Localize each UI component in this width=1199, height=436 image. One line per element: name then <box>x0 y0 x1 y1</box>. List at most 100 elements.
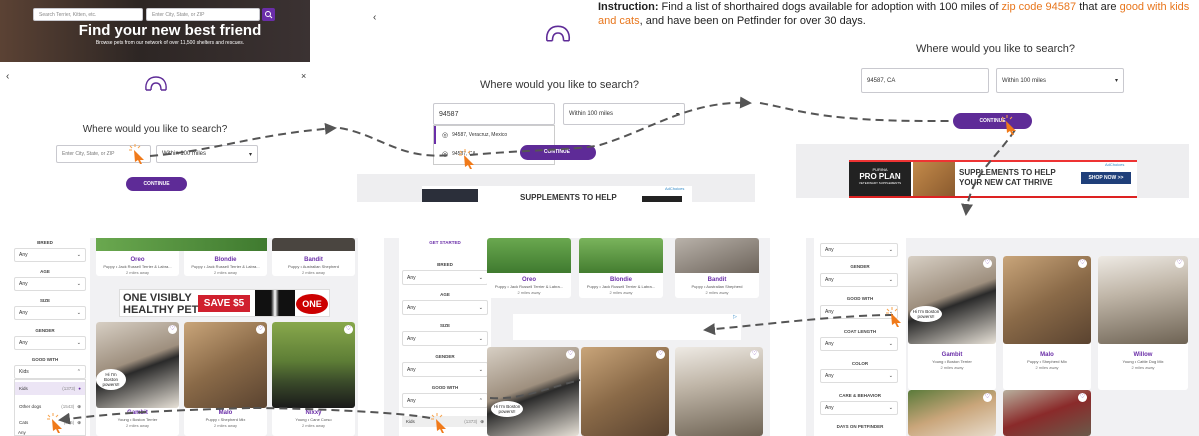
add-icon: ⊕ <box>77 403 81 409</box>
pet-name: Blondie <box>610 277 632 283</box>
filter-label-good-with: GOOD WITH <box>431 385 459 390</box>
step3-location-input[interactable]: 94587, CA <box>861 68 989 93</box>
step1-continue-button[interactable]: CONTINUE <box>126 177 187 191</box>
favorite-heart-icon[interactable]: ♡ <box>656 350 665 359</box>
filter-label-gender: GENDER <box>435 354 455 359</box>
filter-label-days: DAYS ON PETFINDER <box>836 424 884 429</box>
pet-card-top[interactable]: Oreo Puppy • Jack Russell Terrier & Labr… <box>487 238 571 298</box>
suggestion-item[interactable]: ◎ 94587, Veracruz, Mexico <box>434 126 556 144</box>
pet-name: Willow <box>1133 352 1153 358</box>
pet-meta: Young • Cane Corso <box>295 417 332 422</box>
option-count: (1373) <box>62 386 76 391</box>
pet-card[interactable]: ♡ Hi I'm Boston powers!! Gambit Young • … <box>96 322 179 436</box>
pet-card[interactable]: ♡ Nixxy Young • Cane Corso 2 miles away <box>272 322 355 436</box>
chevron-down-icon: ⌄ <box>478 335 483 342</box>
pet-distance: 2 miles away <box>517 290 541 295</box>
instruction-part: , and have been on Petfinder for over 30… <box>639 15 866 27</box>
step1-back[interactable]: ‹ <box>6 71 9 82</box>
filter-gender-select[interactable]: Any ⌄ <box>820 273 898 287</box>
filter-age-select[interactable]: Any ⌄ <box>402 300 488 315</box>
filter-breed-select[interactable]: Any ⌄ <box>14 248 86 262</box>
filter-size-select[interactable]: Any ⌄ <box>14 306 86 320</box>
hero-banner: Search Terrier, Kitten, etc. Enter City,… <box>0 0 310 62</box>
pet-photo <box>184 322 267 408</box>
ad-brand: PRO PLAN <box>859 172 901 181</box>
step1-close[interactable]: × <box>301 71 306 81</box>
filter-top-select[interactable]: Any ⌄ <box>820 243 898 257</box>
search-button[interactable] <box>262 8 275 21</box>
option-kids[interactable]: Kids (1373) ● <box>15 382 85 395</box>
pet-card[interactable]: ♡ Malo Puppy • Shepherd Mix 2 miles away <box>1003 256 1091 390</box>
chevron-down-icon: ⌄ <box>888 247 893 253</box>
filter-more[interactable]: Any <box>18 430 26 435</box>
pet-meta: Puppy • Jack Russell Terrier & Labra... <box>103 264 172 269</box>
filter-size-select[interactable]: Any ⌄ <box>402 331 488 346</box>
pet-photo <box>675 238 759 273</box>
instruction-part: that are <box>1076 1 1120 13</box>
filter-value: Any <box>19 281 28 287</box>
search-icon <box>265 11 273 19</box>
pet-meta: Puppy • Australian Shepherd <box>288 264 339 269</box>
filter-age-select[interactable]: Any ⌄ <box>14 277 86 291</box>
filter-good-with-select[interactable]: Any ⌃ <box>402 393 488 408</box>
pet-card[interactable]: ♡ Hi I'm Boston powers!! <box>487 347 579 436</box>
pet-search-input[interactable]: Search Terrier, Kitten, etc. <box>33 8 143 21</box>
favorite-heart-icon[interactable]: ♡ <box>750 350 759 359</box>
pet-card[interactable]: ♡ <box>1003 390 1091 436</box>
pet-distance: 2 miles away <box>301 270 326 275</box>
ad-save-badge[interactable]: SAVE $5 <box>198 295 250 312</box>
favorite-heart-icon[interactable]: ♡ <box>566 350 575 359</box>
filter-breed-select[interactable]: Any ⌄ <box>402 270 488 285</box>
pet-card[interactable]: ♡ <box>581 347 669 436</box>
pet-distance: 2 miles away <box>213 423 238 428</box>
step2-continue-button[interactable]: CONTINUE <box>520 145 596 160</box>
step2-back[interactable]: ‹ <box>373 12 376 23</box>
ad-line2: HEALTHY PET <box>123 304 199 316</box>
pet-card[interactable]: ♡ Malo Puppy • Shepherd Mix 2 miles away <box>184 322 267 436</box>
pet-card[interactable]: ♡ Willow Young • Cattle Dog Mix 2 miles … <box>1098 256 1188 390</box>
favorite-heart-icon[interactable]: ♡ <box>168 325 177 334</box>
favorite-heart-icon[interactable]: ♡ <box>1078 393 1087 402</box>
favorite-heart-icon[interactable]: ♡ <box>983 393 992 402</box>
filter-good-with-select[interactable]: Kids ⌃ <box>14 365 86 379</box>
location-search-input[interactable]: Enter City, State, or ZIP <box>146 8 260 21</box>
ad-brand-block: PURINA PRO PLAN VETERINARY SUPPLEMENTS <box>849 162 911 196</box>
favorite-heart-icon[interactable]: ♡ <box>344 325 353 334</box>
step1-distance-select[interactable]: Within 100 miles ▾ <box>156 145 258 163</box>
filter-label-good-with: GOOD WITH <box>846 296 874 301</box>
step3-distance-select[interactable]: Within 100 miles ▾ <box>996 68 1124 93</box>
pet-photo <box>96 322 179 408</box>
favorite-heart-icon[interactable]: ♡ <box>256 325 265 334</box>
pet-card-top[interactable]: Blondie Puppy • Jack Russell Terrier & L… <box>579 238 663 298</box>
filter-gender-select[interactable]: Any ⌄ <box>14 336 86 350</box>
ad-choices: AdChoices <box>1105 162 1125 167</box>
filter-care-select[interactable]: Any ⌄ <box>820 401 898 415</box>
filter-coat-select[interactable]: Any ⌄ <box>820 337 898 351</box>
filter-gender-select[interactable]: Any ⌄ <box>402 362 488 377</box>
ad-dog-image <box>255 290 295 316</box>
filter-label-size: SIZE <box>439 323 450 328</box>
pet-name: Oreo <box>130 257 145 263</box>
favorite-heart-icon[interactable]: ♡ <box>983 259 992 268</box>
ad-shop-button[interactable]: SHOP NOW >> <box>1081 172 1131 184</box>
favorite-heart-icon[interactable]: ♡ <box>1175 259 1184 268</box>
pet-card[interactable]: ♡ Hi I'm Boston powers!! Gambit Young • … <box>908 256 996 390</box>
step2-distance-select[interactable]: Within 100 miles ▾ <box>563 103 685 125</box>
filter-value: Any <box>825 309 834 315</box>
pet-card-top[interactable]: Bandit Puppy • Australian Shepherd 2 mil… <box>272 238 355 276</box>
step2-location-input[interactable]: 94587 <box>433 103 555 125</box>
ad-cat-image <box>642 196 682 202</box>
filter-value: Any <box>825 277 834 283</box>
step3-continue-button[interactable]: CONTINUE <box>953 113 1032 129</box>
petfinder-logo-icon <box>145 76 167 91</box>
ad-line1: SUPPLEMENTS TO HELP <box>959 168 1056 177</box>
pet-card[interactable]: ♡ <box>908 390 996 436</box>
filter-color-select[interactable]: Any ⌄ <box>820 369 898 383</box>
favorite-heart-icon[interactable]: ♡ <box>1078 259 1087 268</box>
pet-meta: Young • Boston Terrier <box>932 359 972 364</box>
ad-brand-sub: VETERINARY SUPPLEMENTS <box>858 181 902 185</box>
hero-subtitle: Browse pets from our network of over 11,… <box>95 40 245 46</box>
get-started-link[interactable]: GET STARTED <box>399 240 491 245</box>
pet-card[interactable]: ♡ <box>675 347 763 436</box>
pet-card-top[interactable]: Bandit Puppy • Australian Shepherd 2 mil… <box>675 238 759 298</box>
